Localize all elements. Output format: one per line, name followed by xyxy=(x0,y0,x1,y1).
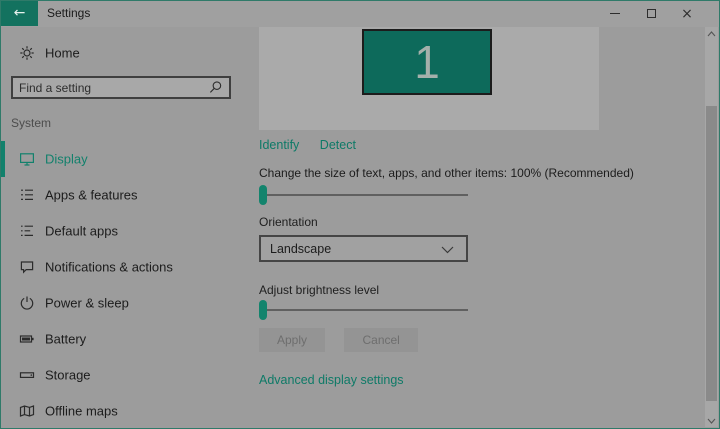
maximize-icon xyxy=(646,9,656,18)
settings-window: ← Settings × Home Find a setting System … xyxy=(0,0,720,429)
monitor-preview-area: 1 xyxy=(259,27,599,130)
close-icon: × xyxy=(681,5,693,22)
sidebar-item-label: Storage xyxy=(45,367,91,383)
battery-icon xyxy=(19,335,34,343)
action-buttons: Apply Cancel xyxy=(259,328,418,352)
sidebar-item-offline-maps[interactable]: Offline maps xyxy=(1,393,241,428)
minimize-button[interactable] xyxy=(597,1,633,26)
scroll-down-button[interactable] xyxy=(705,414,718,427)
orientation-dropdown[interactable]: Landscape xyxy=(259,235,468,262)
orientation-label: Orientation xyxy=(259,215,318,229)
sidebar-item-label: Notifications & actions xyxy=(45,259,173,275)
scale-slider-track[interactable] xyxy=(259,194,468,196)
sidebar-item-label: Power & sleep xyxy=(45,295,129,311)
sidebar-item-label: Home xyxy=(45,45,80,61)
close-button[interactable]: × xyxy=(669,1,705,26)
brightness-slider-thumb[interactable] xyxy=(259,300,267,320)
chevron-down-icon xyxy=(441,246,454,254)
sidebar-item-notifications[interactable]: Notifications & actions xyxy=(1,249,241,285)
sidebar-nav: Display Apps & features Default apps Not… xyxy=(1,141,241,428)
search-icon[interactable] xyxy=(208,80,223,95)
display-settings-pane: 1 Identify Detect Change the size of tex… xyxy=(259,27,703,428)
window-title: Settings xyxy=(47,6,91,20)
cancel-button[interactable]: Cancel xyxy=(344,328,418,352)
sidebar-item-power-sleep[interactable]: Power & sleep xyxy=(1,285,241,321)
sidebar-item-apps-features[interactable]: Apps & features xyxy=(1,177,241,213)
notifications-icon xyxy=(20,261,34,274)
display-icon xyxy=(20,153,35,166)
vertical-scrollbar[interactable] xyxy=(705,27,718,427)
search-box[interactable] xyxy=(11,76,231,99)
search-input[interactable] xyxy=(19,78,199,97)
sidebar-item-label: Apps & features xyxy=(45,187,138,203)
sidebar-item-default-apps[interactable]: Default apps xyxy=(1,213,241,249)
sidebar-item-label: Battery xyxy=(45,331,87,347)
default-apps-icon xyxy=(21,225,33,236)
scale-slider[interactable] xyxy=(259,185,468,205)
sidebar-item-label: Offline maps xyxy=(45,403,118,419)
apps-features-icon xyxy=(21,189,33,200)
sidebar: Home System Display Apps & xyxy=(1,27,241,428)
detect-link[interactable]: Detect xyxy=(320,138,356,152)
scale-label: Change the size of text, apps, and other… xyxy=(259,166,634,180)
titlebar: ← Settings × xyxy=(1,1,719,27)
gear-icon xyxy=(20,46,34,60)
scroll-up-button[interactable] xyxy=(705,27,718,40)
scale-slider-thumb[interactable] xyxy=(259,185,267,205)
brightness-slider-track[interactable] xyxy=(259,309,468,311)
storage-icon xyxy=(19,372,35,379)
sidebar-item-battery[interactable]: Battery xyxy=(1,321,241,357)
brightness-label: Adjust brightness level xyxy=(259,283,380,297)
chevron-up-icon xyxy=(707,30,716,36)
sidebar-item-display[interactable]: Display xyxy=(1,141,241,177)
minimize-icon xyxy=(610,13,620,14)
orientation-value: Landscape xyxy=(270,241,332,256)
window-controls: × xyxy=(597,1,705,26)
apply-button[interactable]: Apply xyxy=(259,328,326,352)
advanced-display-settings-link[interactable]: Advanced display settings xyxy=(259,373,404,387)
power-icon xyxy=(20,296,34,310)
maximize-button[interactable] xyxy=(633,1,669,26)
section-header-system: System xyxy=(11,116,52,130)
sidebar-item-label: Default apps xyxy=(45,223,118,239)
back-button[interactable]: ← xyxy=(1,1,38,26)
scrollbar-thumb[interactable] xyxy=(706,106,717,401)
monitor-number: 1 xyxy=(414,36,440,88)
preview-links: Identify Detect xyxy=(259,138,356,152)
chevron-down-icon xyxy=(707,418,716,424)
identify-link[interactable]: Identify xyxy=(259,138,299,152)
monitor-1[interactable]: 1 xyxy=(362,29,492,95)
back-arrow-icon: ← xyxy=(13,5,26,21)
sidebar-item-home[interactable]: Home xyxy=(1,39,241,67)
sidebar-item-label: Display xyxy=(45,151,88,167)
brightness-slider[interactable] xyxy=(259,300,468,320)
sidebar-item-storage[interactable]: Storage xyxy=(1,357,241,393)
offline-maps-icon xyxy=(19,405,35,417)
